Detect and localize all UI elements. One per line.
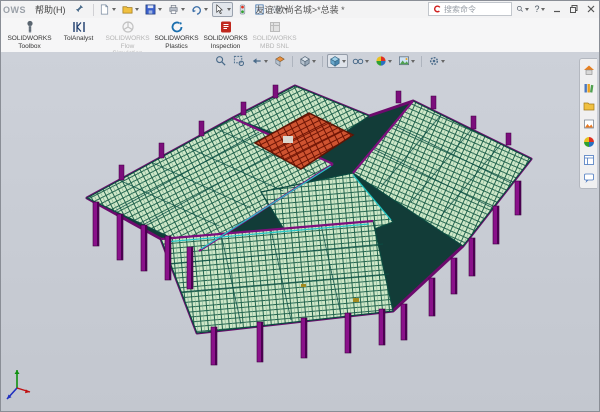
chevron-down-icon bbox=[135, 8, 139, 11]
mbd-icon bbox=[268, 20, 282, 34]
search-input[interactable]: 搜索命令 bbox=[428, 2, 512, 16]
chevron-down-icon bbox=[204, 8, 208, 11]
chevron-down-icon bbox=[112, 8, 116, 11]
addin-solidworks-toolbox-button[interactable]: SOLIDWORKS Toolbox bbox=[5, 18, 54, 50]
addin-tolanalyst-button[interactable]: TolAnalyst bbox=[54, 18, 103, 43]
addin-label-line: TolAnalyst bbox=[64, 35, 94, 42]
design-library-tab[interactable] bbox=[582, 81, 595, 94]
addin-inspection-button[interactable]: SOLIDWORKS Inspection bbox=[201, 18, 250, 50]
addin-label-line: SOLIDWORKS bbox=[105, 35, 149, 42]
chevron-down-icon bbox=[312, 60, 316, 63]
chevron-down-icon bbox=[158, 8, 162, 11]
solidworks-search-logo-icon bbox=[433, 5, 441, 13]
solidworks-logo-partial: OWS bbox=[3, 5, 26, 15]
divider bbox=[292, 56, 293, 67]
section-view-button[interactable] bbox=[272, 54, 288, 68]
task-pane-tab-strip bbox=[579, 58, 597, 189]
solidworks-window: OWS 帮助(H) bbox=[0, 0, 600, 412]
search-options-button[interactable] bbox=[516, 3, 529, 16]
appearances-tab[interactable] bbox=[582, 135, 595, 148]
new-document-button[interactable] bbox=[97, 2, 118, 17]
quick-access-toolbar bbox=[97, 2, 290, 17]
file-explorer-tab[interactable] bbox=[582, 99, 595, 112]
previous-view-button[interactable] bbox=[249, 54, 270, 68]
undo-button[interactable] bbox=[189, 2, 210, 17]
divider bbox=[421, 56, 422, 67]
zoom-fit-button[interactable] bbox=[213, 54, 229, 68]
file-properties-button[interactable] bbox=[252, 2, 267, 17]
model-3d[interactable] bbox=[1, 52, 600, 412]
menu-bar: OWS 帮助(H) bbox=[1, 2, 97, 17]
divider bbox=[322, 56, 323, 67]
save-button[interactable] bbox=[143, 2, 164, 17]
inspection-doc-icon bbox=[219, 20, 233, 34]
chevron-down-icon bbox=[342, 60, 346, 63]
select-button[interactable] bbox=[212, 2, 233, 17]
menu-help[interactable]: 帮助(H) bbox=[32, 2, 69, 17]
zoom-area-button[interactable] bbox=[231, 54, 247, 68]
addin-plastics-button[interactable]: SOLIDWORKS Plastics bbox=[152, 18, 201, 50]
addin-label-line: Flow bbox=[121, 43, 135, 50]
view-orientation-button[interactable] bbox=[297, 54, 318, 68]
addin-mbd-snl-button[interactable]: SOLIDWORKS MBD SNL bbox=[250, 18, 299, 50]
heads-up-toolbar bbox=[213, 54, 447, 68]
divider bbox=[93, 4, 94, 16]
print-button[interactable] bbox=[166, 2, 187, 17]
search-placeholder: 搜索命令 bbox=[444, 4, 476, 15]
addin-label-line: Toolbox bbox=[18, 43, 40, 50]
chevron-down-icon bbox=[441, 60, 445, 63]
view-settings-button[interactable] bbox=[426, 54, 447, 68]
minimize-button[interactable] bbox=[550, 3, 563, 16]
plastics-swirl-icon bbox=[170, 20, 184, 34]
open-button[interactable] bbox=[120, 2, 141, 17]
edit-appearance-button[interactable] bbox=[373, 54, 394, 68]
chevron-down-icon bbox=[541, 8, 545, 11]
forum-tab[interactable] bbox=[582, 171, 595, 184]
help-button[interactable]: ? bbox=[533, 3, 546, 16]
apply-scene-button[interactable] bbox=[396, 54, 417, 68]
graphics-viewport[interactable] bbox=[1, 52, 599, 411]
chevron-down-icon bbox=[365, 60, 369, 63]
flow-simulation-icon bbox=[121, 20, 135, 34]
command-manager-addins-toolbar: SOLIDWORKS Toolbox TolAnalyst SOLIDWORKS… bbox=[1, 18, 599, 53]
addin-label-line: Plastics bbox=[165, 43, 187, 50]
view-palette-tab[interactable] bbox=[582, 117, 595, 130]
chevron-down-icon bbox=[525, 8, 529, 11]
options-button[interactable] bbox=[269, 2, 290, 17]
restore-button[interactable] bbox=[567, 3, 580, 16]
addin-label-line: MBD SNL bbox=[260, 43, 289, 50]
toolbox-screw-icon bbox=[23, 20, 37, 34]
custom-properties-tab[interactable] bbox=[582, 153, 595, 166]
addin-label-line: Inspection bbox=[211, 43, 241, 50]
addin-label-line: SOLIDWORKS bbox=[252, 35, 296, 42]
chevron-down-icon bbox=[227, 8, 231, 11]
addin-label-line: SOLIDWORKS bbox=[7, 35, 51, 42]
chevron-down-icon bbox=[284, 8, 288, 11]
display-style-button[interactable] bbox=[327, 54, 348, 68]
rebuild-button[interactable] bbox=[235, 2, 250, 17]
addin-label-line: SOLIDWORKS bbox=[154, 35, 198, 42]
hide-show-items-button[interactable] bbox=[350, 54, 371, 68]
chevron-down-icon bbox=[181, 8, 185, 11]
close-button[interactable] bbox=[584, 3, 597, 16]
chevron-down-icon bbox=[411, 60, 415, 63]
addin-label-line: SOLIDWORKS bbox=[203, 35, 247, 42]
tolanalyst-icon bbox=[72, 20, 86, 34]
title-bar: OWS 帮助(H) bbox=[1, 1, 599, 19]
help-glyph: ? bbox=[534, 4, 539, 14]
chevron-down-icon bbox=[264, 60, 268, 63]
chevron-down-icon bbox=[388, 60, 392, 63]
reference-triad bbox=[7, 370, 30, 399]
pin-icon[interactable] bbox=[75, 4, 84, 15]
home-tab[interactable] bbox=[582, 63, 595, 76]
